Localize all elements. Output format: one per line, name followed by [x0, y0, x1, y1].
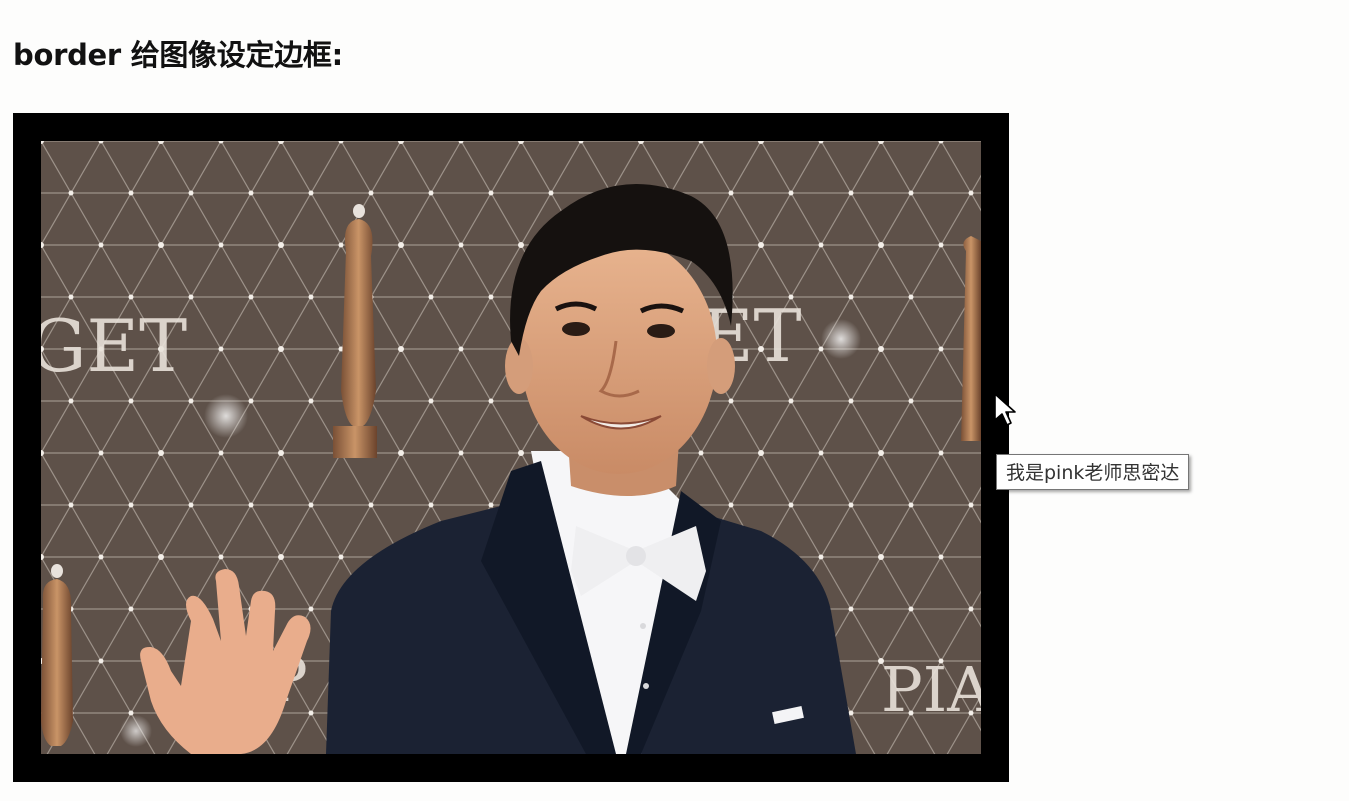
backdrop-text-left: GET	[41, 304, 187, 388]
trophy-icon	[41, 564, 73, 746]
backdrop-text-bottom-right: PIA	[881, 653, 981, 726]
portrait-photo: GET ET P PIA	[41, 141, 981, 754]
bordered-image[interactable]: GET ET P PIA	[13, 113, 1009, 782]
mouse-pointer-icon	[994, 393, 1016, 426]
page: border 给图像设定边框: GET ET PIA 我是pink老师思密达	[0, 0, 1349, 801]
image-title-tooltip: 我是pink老师思密达	[996, 454, 1190, 490]
page-heading: border 给图像设定边框:	[13, 38, 343, 72]
